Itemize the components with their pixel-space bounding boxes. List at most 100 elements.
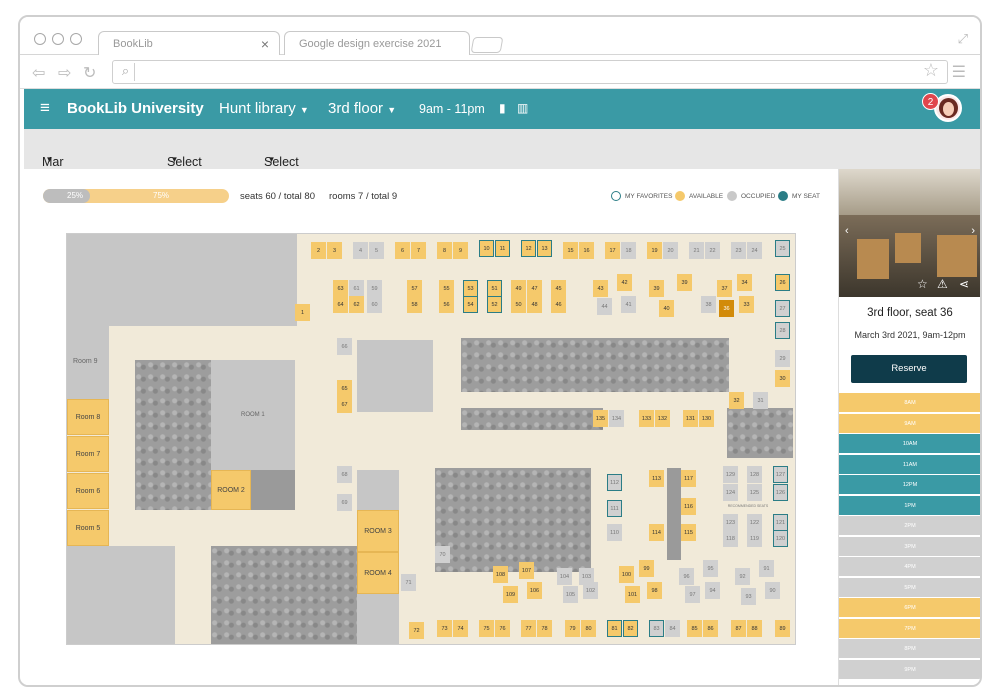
seat-134[interactable]: 134 xyxy=(609,410,624,427)
report-warning-icon[interactable]: ⚠ xyxy=(937,277,948,291)
seat-76[interactable]: 76 xyxy=(495,620,510,637)
tab-google-design[interactable]: Google design exercise 2021 xyxy=(284,31,470,55)
seat-94[interactable]: 94 xyxy=(705,582,720,599)
seat-8[interactable]: 8 xyxy=(437,242,452,259)
seat-93[interactable]: 93 xyxy=(741,588,756,605)
seat-115[interactable]: 115 xyxy=(681,524,696,541)
timeslot-7pm[interactable]: 7PM xyxy=(839,618,980,639)
seat-101[interactable]: 101 xyxy=(625,586,640,603)
timeslot-9pm[interactable]: 9PM xyxy=(839,659,980,680)
seat-87[interactable]: 87 xyxy=(731,620,746,637)
seat-40[interactable]: 40 xyxy=(659,300,674,317)
seat-125[interactable]: 125 xyxy=(747,484,762,501)
seat-104[interactable]: 104 xyxy=(557,568,572,585)
reload-icon[interactable]: ↻ xyxy=(83,63,96,83)
seat-39[interactable]: 39 xyxy=(677,274,692,291)
seat-33[interactable]: 33 xyxy=(739,296,754,313)
seat-97[interactable]: 97 xyxy=(685,586,700,603)
seat-126[interactable]: 126 xyxy=(773,484,788,501)
room-3[interactable]: ROOM 3 xyxy=(357,510,399,552)
library-dropdown[interactable]: Hunt library ▼ xyxy=(219,100,309,117)
seat-70[interactable]: 70 xyxy=(435,546,450,563)
seat-67[interactable]: 67 xyxy=(337,396,352,413)
seat-48[interactable]: 48 xyxy=(527,296,542,313)
timeslot-5pm[interactable]: 5PM xyxy=(839,577,980,598)
room-9[interactable]: Room 9 xyxy=(67,326,109,404)
seat-58[interactable]: 58 xyxy=(407,296,422,313)
seat-27[interactable]: 27 xyxy=(775,300,790,317)
seat-85[interactable]: 85 xyxy=(687,620,702,637)
seat-79[interactable]: 79 xyxy=(565,620,580,637)
seat-111[interactable]: 111 xyxy=(607,500,622,517)
seat-71[interactable]: 71 xyxy=(401,574,416,591)
previous-photo-icon[interactable]: ‹ xyxy=(845,225,849,237)
room-4[interactable]: ROOM 4 xyxy=(357,552,399,594)
seat-131[interactable]: 131 xyxy=(683,410,698,427)
seat-77[interactable]: 77 xyxy=(521,620,536,637)
seat-105[interactable]: 105 xyxy=(563,586,578,603)
seat-18[interactable]: 18 xyxy=(621,242,636,259)
seat-89[interactable]: 89 xyxy=(775,620,790,637)
timeslot-10am[interactable]: 10AM xyxy=(839,434,980,454)
brand-title[interactable]: BookLib University xyxy=(67,100,204,117)
seat-102[interactable]: 102 xyxy=(583,582,598,599)
seat-63[interactable]: 63 xyxy=(333,280,348,297)
room-2[interactable]: ROOM 2 xyxy=(211,470,251,510)
seat-46[interactable]: 46 xyxy=(551,296,566,313)
seat-30[interactable]: 30 xyxy=(775,370,790,387)
timeslot-11am[interactable]: 11AM xyxy=(839,454,980,475)
fullscreen-icon[interactable]: ⤢ xyxy=(958,31,968,47)
seat-98[interactable]: 98 xyxy=(647,582,662,599)
seat-51[interactable]: 51 xyxy=(487,280,502,297)
seat-132[interactable]: 132 xyxy=(655,410,670,427)
seat-116[interactable]: 116 xyxy=(681,498,696,515)
seat-17[interactable]: 17 xyxy=(605,242,620,259)
seat-53[interactable]: 53 xyxy=(463,280,478,297)
seat-49[interactable]: 49 xyxy=(511,280,526,297)
seat-135[interactable]: 135 xyxy=(593,410,608,427)
seat-59[interactable]: 59 xyxy=(367,280,382,297)
seat-25[interactable]: 25 xyxy=(775,240,790,257)
seat-84[interactable]: 84 xyxy=(665,620,680,637)
seat-113[interactable]: 113 xyxy=(649,470,664,487)
seat-66[interactable]: 66 xyxy=(337,338,352,355)
timeslot-3pm[interactable]: 3PM xyxy=(839,536,980,557)
seat-114[interactable]: 114 xyxy=(649,524,664,541)
seat-4[interactable]: 4 xyxy=(353,242,368,259)
seat-34[interactable]: 34 xyxy=(737,274,752,291)
seat-29[interactable]: 29 xyxy=(775,350,790,367)
seat-108[interactable]: 108 xyxy=(493,566,508,583)
seat-36[interactable]: 36 xyxy=(719,300,734,317)
timeslot-8pm[interactable]: 8PM xyxy=(839,639,980,659)
seat-100[interactable]: 100 xyxy=(619,566,634,583)
timeslot-8am[interactable]: 8AM xyxy=(839,393,980,413)
timeslot-2pm[interactable]: 2PM xyxy=(839,516,980,536)
seat-9[interactable]: 9 xyxy=(453,242,468,259)
seat-133[interactable]: 133 xyxy=(639,410,654,427)
seat-43[interactable]: 43 xyxy=(593,280,608,297)
seat-99[interactable]: 99 xyxy=(639,560,654,577)
seat-75[interactable]: 75 xyxy=(479,620,494,637)
seat-37[interactable]: 37 xyxy=(717,280,732,297)
hamburger-menu-icon[interactable]: ≡ xyxy=(40,98,50,118)
seat-91[interactable]: 91 xyxy=(759,560,774,577)
time-dropdown[interactable]: Select time ▼ xyxy=(167,142,202,183)
seat-123[interactable]: 123 xyxy=(723,514,738,531)
seat-106[interactable]: 106 xyxy=(527,582,542,599)
seat-65[interactable]: 65 xyxy=(337,380,352,397)
seat-130[interactable]: 130 xyxy=(699,410,714,427)
seat-31[interactable]: 31 xyxy=(753,392,768,409)
browser-menu-icon[interactable]: ☰ xyxy=(952,62,966,82)
seat-2[interactable]: 2 xyxy=(311,242,326,259)
seat-107[interactable]: 107 xyxy=(519,562,534,579)
seat-69[interactable]: 69 xyxy=(337,494,352,511)
seat-54[interactable]: 54 xyxy=(463,296,478,313)
new-tab-button[interactable] xyxy=(470,37,504,53)
seat-88[interactable]: 88 xyxy=(747,620,762,637)
seat-7[interactable]: 7 xyxy=(411,242,426,259)
seat-60[interactable]: 60 xyxy=(367,296,382,313)
forward-arrow-icon[interactable]: ⇨ xyxy=(58,63,71,83)
seat-56[interactable]: 56 xyxy=(439,296,454,313)
seat-121[interactable]: 121 xyxy=(773,514,788,531)
seat-128[interactable]: 128 xyxy=(747,466,762,483)
